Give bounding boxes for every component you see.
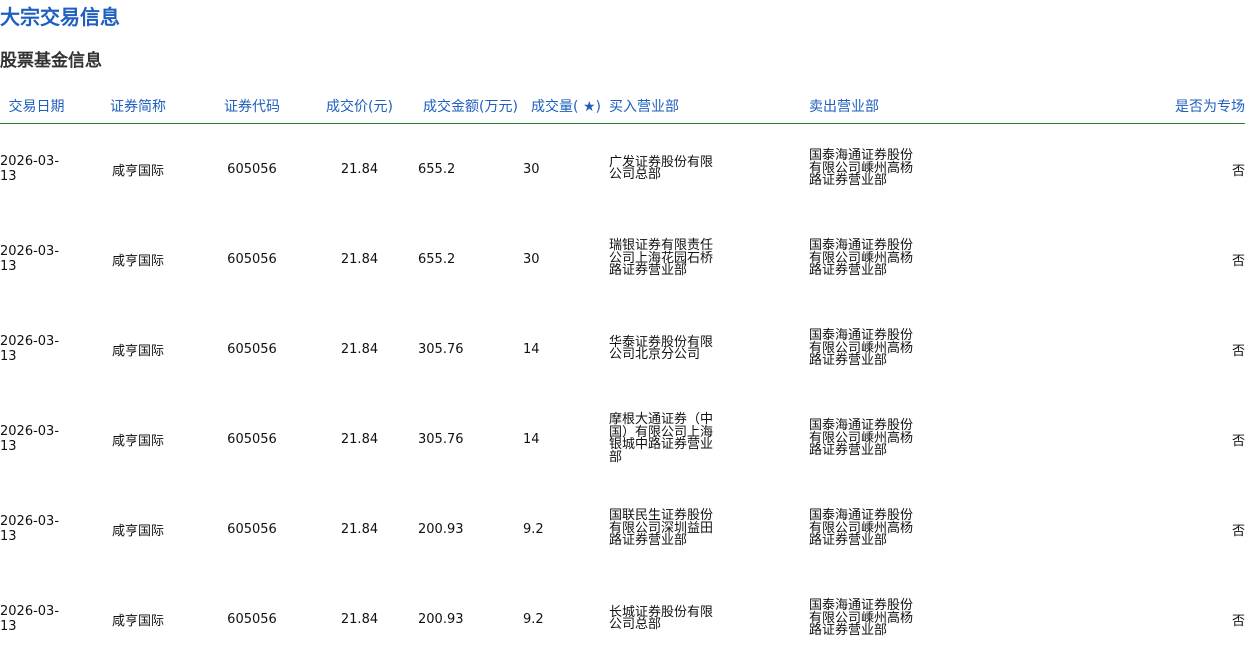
cell-special-session: 否: [1231, 163, 1245, 179]
cell-amount: 200.93: [418, 521, 464, 537]
cell-volume: 9.2: [523, 521, 544, 537]
cell-security-name: 咸亨国际: [111, 613, 164, 629]
header-amount[interactable]: 成交金额(万元): [418, 88, 523, 124]
cell-seller-branch: 国泰海通证券股份有限公司嵊州高杨路证券营业部: [809, 574, 1109, 664]
cell-security-code: 605056: [227, 611, 277, 627]
cell-seller-branch: 国泰海通证券股份有限公司嵊州高杨路证券营业部: [809, 304, 1109, 394]
cell-price: 21.84: [340, 611, 379, 627]
header-price[interactable]: 成交价(元): [301, 88, 418, 124]
cell-buyer-branch: 广发证券股份有限公司总部: [609, 124, 809, 215]
cell-special-session: 否: [1231, 523, 1245, 539]
cell-buyer-branch: 摩根大通证券（中国）有限公司上海银城中路证券营业部: [609, 394, 809, 484]
table-row: 2026-03-13 咸亨国际 605056 21.84 200.93 9.2 …: [0, 484, 1245, 574]
cell-volume: 14: [523, 431, 540, 447]
cell-trade-date: 2026-03-13: [0, 424, 60, 454]
cell-amount: 305.76: [418, 341, 464, 357]
cell-seller-branch: 国泰海通证券股份有限公司嵊州高杨路证券营业部: [809, 214, 1109, 304]
seller-branch-text: 国泰海通证券股份有限公司嵊州高杨路证券营业部: [809, 508, 914, 549]
cell-trade-date: 2026-03-13: [0, 154, 60, 184]
table-row: 2026-03-13 咸亨国际 605056 21.84 655.2 30 瑞银…: [0, 214, 1245, 304]
cell-special-session: 否: [1231, 433, 1245, 449]
cell-amount: 305.76: [418, 431, 464, 447]
table-row: 2026-03-13 咸亨国际 605056 21.84 655.2 30 广发…: [0, 124, 1245, 215]
cell-trade-date: 2026-03-13: [0, 244, 60, 274]
cell-price: 21.84: [340, 161, 379, 177]
cell-price: 21.84: [340, 431, 379, 447]
cell-security-name: 咸亨国际: [111, 253, 164, 269]
buyer-branch-text: 国联民生证券股份有限公司深圳益田路证券营业部: [609, 508, 714, 549]
header-special-session[interactable]: 是否为专场: [1109, 88, 1245, 124]
cell-amount: 655.2: [418, 161, 456, 177]
buyer-branch-text: 广发证券股份有限公司总部: [609, 154, 714, 182]
cell-security-code: 605056: [227, 161, 277, 177]
block-trade-table: 交易日期 证券简称 证券代码 成交价(元) 成交金额(万元) 成交量( ★) 买…: [0, 88, 1245, 664]
cell-volume: 30: [523, 251, 540, 267]
table-row: 2026-03-13 咸亨国际 605056 21.84 305.76 14 华…: [0, 304, 1245, 394]
seller-branch-text: 国泰海通证券股份有限公司嵊州高杨路证券营业部: [809, 148, 914, 189]
cell-volume: 14: [523, 341, 540, 357]
cell-trade-date: 2026-03-13: [0, 604, 60, 634]
cell-seller-branch: 国泰海通证券股份有限公司嵊州高杨路证券营业部: [809, 394, 1109, 484]
buyer-branch-text: 摩根大通证券（中国）有限公司上海银城中路证券营业部: [609, 412, 714, 465]
cell-volume: 30: [523, 161, 540, 177]
cell-security-code: 605056: [227, 521, 277, 537]
cell-security-code: 605056: [227, 341, 277, 357]
cell-security-code: 605056: [227, 251, 277, 267]
cell-security-code: 605056: [227, 431, 277, 447]
cell-buyer-branch: 国联民生证券股份有限公司深圳益田路证券营业部: [609, 484, 809, 574]
cell-price: 21.84: [340, 521, 379, 537]
table-body: 2026-03-13 咸亨国际 605056 21.84 655.2 30 广发…: [0, 124, 1245, 664]
cell-security-name: 咸亨国际: [111, 523, 164, 539]
section-title: 股票基金信息: [0, 51, 102, 71]
table-header: 交易日期 证券简称 证券代码 成交价(元) 成交金额(万元) 成交量( ★) 买…: [0, 88, 1245, 124]
buyer-branch-text: 华泰证券股份有限公司北京分公司: [609, 334, 714, 362]
cell-buyer-branch: 瑞银证券有限责任公司上海花园石桥路证券营业部: [609, 214, 809, 304]
seller-branch-text: 国泰海通证券股份有限公司嵊州高杨路证券营业部: [809, 598, 914, 639]
header-volume[interactable]: 成交量( ★): [523, 88, 609, 124]
table-row: 2026-03-13 咸亨国际 605056 21.84 305.76 14 摩…: [0, 394, 1245, 484]
seller-branch-text: 国泰海通证券股份有限公司嵊州高杨路证券营业部: [809, 328, 914, 369]
header-security-name[interactable]: 证券简称: [73, 88, 203, 124]
cell-special-session: 否: [1231, 253, 1245, 269]
cell-special-session: 否: [1231, 343, 1245, 359]
header-trade-date[interactable]: 交易日期: [0, 88, 73, 124]
cell-trade-date: 2026-03-13: [0, 514, 60, 544]
header-row: 交易日期 证券简称 证券代码 成交价(元) 成交金额(万元) 成交量( ★) 买…: [0, 88, 1245, 124]
cell-special-session: 否: [1231, 613, 1245, 629]
cell-buyer-branch: 长城证券股份有限公司总部: [609, 574, 809, 664]
cell-trade-date: 2026-03-13: [0, 334, 60, 364]
cell-price: 21.84: [340, 251, 379, 267]
cell-seller-branch: 国泰海通证券股份有限公司嵊州高杨路证券营业部: [809, 484, 1109, 574]
cell-security-name: 咸亨国际: [111, 343, 164, 359]
seller-branch-text: 国泰海通证券股份有限公司嵊州高杨路证券营业部: [809, 238, 914, 279]
cell-price: 21.84: [340, 341, 379, 357]
table-row: 2026-03-13 咸亨国际 605056 21.84 200.93 9.2 …: [0, 574, 1245, 664]
cell-seller-branch: 国泰海通证券股份有限公司嵊州高杨路证券营业部: [809, 124, 1109, 215]
cell-amount: 200.93: [418, 611, 464, 627]
cell-security-name: 咸亨国际: [111, 433, 164, 449]
cell-security-name: 咸亨国际: [111, 163, 164, 179]
header-buyer-branch[interactable]: 买入营业部: [609, 88, 809, 124]
header-security-code[interactable]: 证券代码: [203, 88, 301, 124]
cell-volume: 9.2: [523, 611, 544, 627]
page-title: 大宗交易信息: [0, 5, 120, 29]
header-seller-branch[interactable]: 卖出营业部: [809, 88, 1109, 124]
buyer-branch-text: 瑞银证券有限责任公司上海花园石桥路证券营业部: [609, 238, 714, 279]
cell-buyer-branch: 华泰证券股份有限公司北京分公司: [609, 304, 809, 394]
seller-branch-text: 国泰海通证券股份有限公司嵊州高杨路证券营业部: [809, 418, 914, 459]
buyer-branch-text: 长城证券股份有限公司总部: [609, 604, 714, 632]
cell-amount: 655.2: [418, 251, 456, 267]
